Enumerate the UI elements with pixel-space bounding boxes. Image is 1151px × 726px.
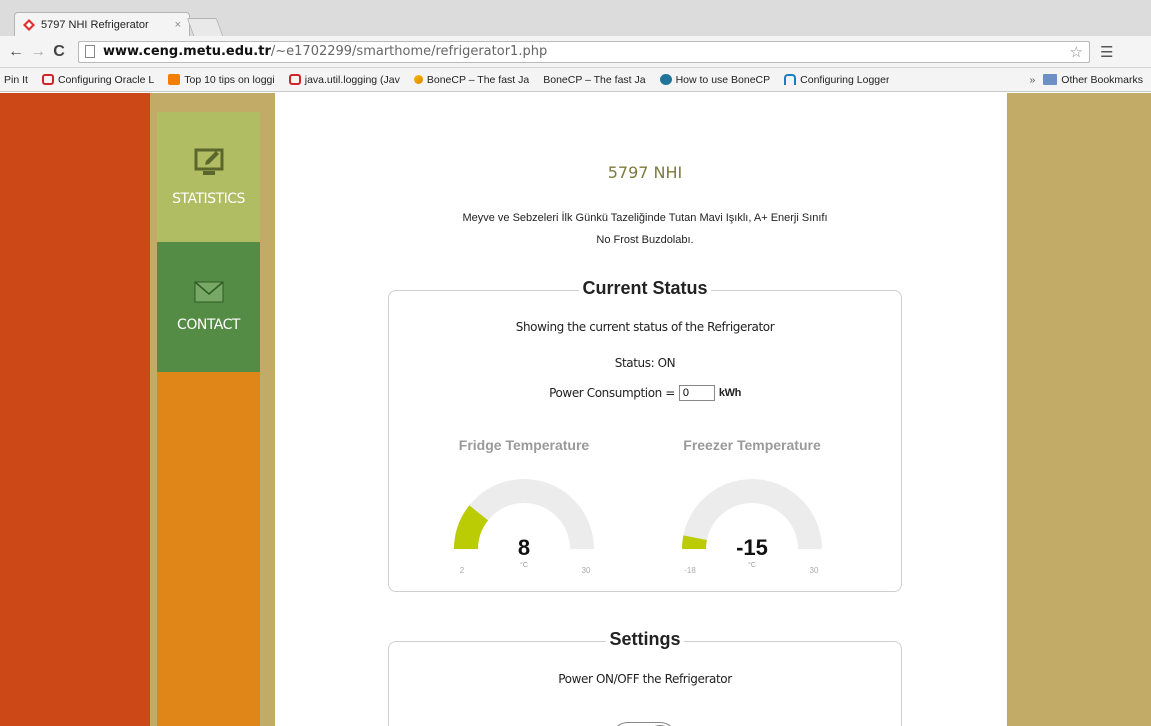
panel-legend: Current Status — [389, 278, 901, 299]
bookmark-item[interactable]: How to use BoneCP — [659, 73, 771, 86]
address-bar[interactable]: www.ceng.metu.edu.tr /~e1702299/smarthom… — [78, 40, 1090, 63]
other-bookmarks-folder[interactable]: Other Bookmarks — [1043, 74, 1143, 86]
other-bookmarks-label: Other Bookmarks — [1061, 73, 1143, 86]
forward-arrow-icon[interactable]: → — [30, 43, 46, 61]
hn-icon — [784, 74, 797, 85]
gauge-min-label: 2 — [460, 566, 465, 575]
bookmark-label: Pin It — [4, 73, 28, 86]
wordpress-icon — [659, 74, 672, 85]
power-consumption-input[interactable] — [678, 385, 715, 401]
gauge-min-label: -18 — [684, 566, 696, 575]
main-content: 5797 NHI Meyve ve Sebzeleri İlk Günkü Ta… — [275, 93, 1007, 726]
bookmark-item[interactable]: Configuring Oracle L — [41, 73, 155, 86]
url-path: /~e1702299/smarthome/refrigerator1.php — [270, 44, 548, 59]
favicon-icon — [23, 18, 35, 31]
page-background: STATISTICS CONTACT 5797 NHI Meyve ve Seb… — [0, 93, 1151, 726]
back-arrow-icon[interactable]: ← — [8, 43, 24, 61]
description-line: No Frost Buzdolabı. — [596, 234, 694, 246]
power-label: Power Consumption = — [549, 386, 675, 400]
bookmark-label: java.util.logging (Jav — [304, 73, 400, 86]
product-description: Meyve ve Sebzeleri İlk Günkü Tazeliğinde… — [435, 207, 855, 251]
sidebar-item-label: CONTACT — [177, 317, 240, 333]
current-status-heading: Current Status — [579, 278, 711, 298]
freezer-temperature-gauge: Freezer Temperature -15 °C -18 30 — [672, 437, 832, 577]
product-title: 5797 NHI — [607, 163, 683, 182]
oracle-icon — [41, 74, 54, 85]
gauge-title: Fridge Temperature — [458, 437, 590, 453]
bookmark-label: Configuring Oracle L — [57, 73, 155, 86]
tab-title: 5797 NHI Refrigerator — [41, 18, 149, 31]
power-consumption-row: Power Consumption = kWh — [389, 385, 901, 401]
bookmark-item[interactable]: Top 10 tips on loggi — [168, 73, 275, 86]
page-icon — [85, 45, 95, 58]
bookmarks-overflow-button[interactable]: » — [1029, 74, 1035, 86]
bookmarks-bar: Pin It Configuring Oracle L Top 10 tips … — [0, 68, 1151, 92]
folder-icon — [1043, 74, 1058, 85]
bookmark-label: Configuring Logger — [800, 73, 890, 86]
gauge-unit: °C — [748, 561, 756, 569]
gauge-max-label: 30 — [582, 566, 591, 575]
settings-panel: Settings Power ON/OFF the Refrigerator — [388, 629, 902, 726]
new-tab-button[interactable] — [186, 18, 224, 36]
envelope-icon — [194, 281, 223, 303]
blogger-icon — [168, 74, 181, 85]
browser-menu-icon[interactable]: ☰ — [1100, 43, 1113, 61]
gauge-unit: °C — [520, 561, 528, 569]
gauge-value: -15 — [736, 535, 768, 560]
bookmark-label: BoneCP – The fast Ja — [543, 73, 646, 86]
oracle-icon — [288, 74, 301, 85]
power-toggle-label: Power ON/OFF the Refrigerator — [558, 672, 732, 686]
bookmark-label: BoneCP – The fast Ja — [426, 73, 530, 86]
browser-tab-bar: 5797 NHI Refrigerator × — [0, 0, 1151, 36]
gauge-value: 8 — [518, 535, 530, 560]
url-host: www.ceng.metu.edu.tr — [103, 44, 271, 59]
panel-legend: Settings — [389, 629, 901, 650]
bookmark-label: How to use BoneCP — [675, 73, 771, 86]
settings-heading: Settings — [606, 629, 684, 649]
sidebar-item-contact[interactable]: CONTACT — [157, 242, 260, 372]
reload-icon[interactable]: C — [52, 43, 66, 61]
bookmark-item[interactable]: Pin It — [4, 74, 28, 86]
sidebar-item-statistics[interactable]: STATISTICS — [157, 112, 260, 242]
bookmark-label: Top 10 tips on loggi — [184, 73, 275, 86]
power-toggle-switch[interactable] — [611, 722, 677, 726]
tab-close-icon[interactable]: × — [175, 19, 181, 31]
monitor-pencil-icon — [194, 148, 223, 175]
status-subtitle: Showing the current status of the Refrig… — [515, 320, 775, 334]
left-color-strip — [0, 93, 150, 726]
gauge-title: Freezer Temperature — [683, 437, 821, 453]
bookmark-item[interactable]: BoneCP – The fast Ja — [413, 73, 530, 86]
browser-toolbar: ← → C www.ceng.metu.edu.tr /~e1702299/sm… — [0, 36, 1151, 68]
sidebar: STATISTICS CONTACT — [157, 112, 260, 726]
sidebar-item-label: STATISTICS — [172, 191, 245, 207]
status-text: Status: ON — [614, 356, 676, 370]
bookmark-item[interactable]: java.util.logging (Jav — [288, 73, 400, 86]
bookmark-item[interactable]: Configuring Logger — [784, 74, 889, 86]
current-status-panel: Current Status Showing the current statu… — [388, 278, 902, 592]
power-unit: kWh — [718, 387, 741, 399]
gauge-max-label: 30 — [810, 566, 819, 575]
bookmark-item[interactable]: BoneCP – The fast Ja — [543, 74, 645, 86]
bonecp-icon — [413, 75, 423, 84]
browser-tab[interactable]: 5797 NHI Refrigerator × — [14, 12, 190, 36]
bookmark-star-icon[interactable]: ☆ — [1070, 43, 1083, 61]
description-line: Meyve ve Sebzeleri İlk Günkü Tazeliğinde… — [462, 212, 828, 224]
fridge-temperature-gauge: Fridge Temperature 8 °C 2 30 — [444, 437, 604, 577]
